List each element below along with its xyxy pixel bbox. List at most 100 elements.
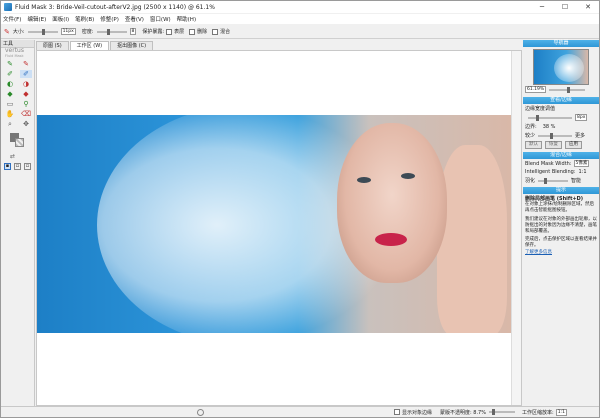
swap-arrow-icon[interactable]: ⇄ [10, 153, 34, 160]
patch-delete-icon[interactable]: ◆ [20, 90, 32, 98]
workspace-canvas[interactable] [36, 50, 522, 406]
contrast-label: 边界: [525, 124, 537, 130]
keep-brush-icon[interactable]: ✎ [4, 60, 16, 68]
blend-panel-title: 混合/边缘 [523, 152, 599, 159]
vertical-scrollbar[interactable] [511, 51, 521, 405]
default-button[interactable]: 默认 [525, 141, 542, 149]
menu-edit[interactable]: 编辑(E) [27, 15, 46, 23]
blend-checkbox[interactable] [212, 28, 219, 35]
help-paragraph-2: 我们建议在对象的外部画出轮廓，以防抠出的对象因为边缘不清楚，画笔和局部覆盖。 [525, 216, 597, 235]
mask-opacity-label: 蒙版不透明度: 8.7% [440, 409, 486, 416]
edge-panel-title: 查看/边缘 [523, 97, 599, 104]
edge-subtitle: 边缘宽度调值 [525, 106, 556, 112]
protect-label: 保护暴露: [142, 29, 165, 35]
title-bar[interactable]: Fluid Mask 3: Bride-Veil-cutout-afterV2.… [1, 1, 599, 13]
workspace-zoom-select[interactable]: 1:1 [555, 408, 567, 416]
show-edge-checkbox[interactable] [394, 409, 400, 415]
blend-mask-select[interactable]: 5像素 [573, 160, 590, 167]
density-label: 密度: [81, 29, 94, 35]
density-input[interactable]: 8 [129, 28, 137, 35]
size-input[interactable]: 11px [60, 28, 76, 35]
maximize-button[interactable]: ☐ [554, 1, 576, 13]
eraser-icon[interactable]: ⌫ [20, 110, 32, 118]
menu-panel[interactable]: 面板(I) [52, 15, 69, 23]
face-shape [337, 123, 447, 283]
delete-local-brush-icon[interactable]: ✐ [20, 70, 32, 78]
size-slider[interactable] [27, 28, 58, 35]
tools-panel: 工具 vertus Fluid Mask ✎ ✎ ✐ ✐ ◐ ◑ ◆ ◆ ▭ ⚲… [1, 40, 35, 406]
minimize-button[interactable]: ─ [531, 1, 553, 13]
smooth-label: 羽化 [525, 178, 536, 184]
size-label: 大小: [12, 29, 25, 35]
blend-label: 混合 [220, 29, 231, 35]
lips-shape [375, 233, 407, 246]
app-logo-icon [4, 3, 12, 11]
intelligent-blending-label: Intelligent Blending: [525, 169, 576, 175]
delete-label: 删除 [197, 29, 208, 35]
tab-workspace[interactable]: 工作区 (W) [69, 41, 110, 50]
view-mode-2-icon[interactable]: ▫ [14, 163, 21, 170]
workspace-zoom-label: 工作区缩放率: [522, 409, 554, 416]
move-tool-icon[interactable]: ✥ [20, 120, 32, 128]
contrast-slider[interactable] [538, 132, 573, 139]
status-bar: 显示对象边缘 蒙版不透明度: 8.7% 工作区缩放率: 1:1 [1, 406, 599, 417]
less-label: 较少 [525, 133, 536, 139]
zoom-tool-icon[interactable]: ⌕ [4, 120, 16, 128]
menu-bar: 文件(F) 编辑(E) 面板(I) 笔刷(B) 修整(P) 查看(V) 窗口(W… [1, 14, 599, 24]
learn-more-link[interactable]: 了解更多信息 [525, 250, 552, 255]
menu-file[interactable]: 文件(F) [3, 15, 21, 23]
contrast-value: 38 % [542, 123, 556, 130]
rect-select-icon[interactable]: ▭ [4, 100, 16, 108]
delete-checkbox[interactable] [189, 28, 196, 35]
eyedropper-icon[interactable]: ⚲ [20, 100, 32, 108]
delete-brush-icon[interactable]: ✎ [20, 60, 32, 68]
show-edge-label: 显示对象边缘 [402, 409, 433, 416]
help-paragraph-1: 在对象上涂抹/绘制删除区域，然后再点击智能抠图按钮。 [525, 202, 595, 214]
smooth-right-label: 智能 [571, 178, 582, 184]
color-swatch-icon[interactable] [10, 133, 24, 147]
more-label: 更多 [575, 133, 586, 139]
surface-checkbox[interactable] [166, 28, 173, 35]
right-panels: 导航器 61.19% 查看/边缘 边缘宽度调值 8px 边界: 38 % 较少 … [523, 40, 599, 406]
menu-refine[interactable]: 修整(P) [100, 15, 119, 23]
keep-fill-icon[interactable]: ◐ [4, 80, 16, 88]
menu-brush[interactable]: 笔刷(B) [75, 15, 94, 23]
tab-cutout[interactable]: 抠出图像 (C) [110, 41, 154, 50]
patch-keep-icon[interactable]: ◆ [4, 90, 16, 98]
close-button[interactable]: ✕ [577, 1, 599, 13]
right-eye-shape [401, 173, 415, 179]
view-mode-3-icon[interactable]: ▫ [24, 163, 31, 170]
window-title: Fluid Mask 3: Bride-Veil-cutout-afterV2.… [15, 3, 215, 11]
navigator-zoom-slider[interactable] [549, 86, 586, 93]
brush-toolbar: ✎ 大小: 11px 密度: 8 保护暴露: 表层 删除 混合 [1, 25, 599, 39]
edge-width-input[interactable]: 8px [575, 114, 588, 121]
view-mode-1-icon[interactable]: ▪ [4, 163, 11, 170]
view-tabs: 原图 (S) 工作区 (W) 抠出图像 (C) [36, 40, 522, 50]
menu-view[interactable]: 查看(V) [125, 15, 144, 23]
blend-mask-label: Blend Mask Width: [525, 160, 572, 167]
navigator-panel-title: 导航器 [523, 40, 599, 47]
restore-button[interactable]: 恢复 [545, 141, 562, 149]
menu-window[interactable]: 窗口(W) [150, 15, 171, 23]
apply-button[interactable]: 应用 [565, 141, 582, 149]
tab-original[interactable]: 原图 (S) [36, 41, 69, 50]
navigator-zoom-input[interactable]: 61.19% [525, 86, 547, 93]
smooth-slider[interactable] [538, 177, 569, 184]
hand-tool-icon[interactable]: ✋ [4, 110, 16, 118]
hand-shape [437, 145, 507, 333]
delete-fill-icon[interactable]: ◑ [20, 80, 32, 88]
mask-opacity-slider[interactable] [489, 409, 515, 415]
keep-local-brush-icon[interactable]: ✐ [4, 70, 16, 78]
intelligent-blending-value: 1:1 [578, 169, 587, 175]
left-eye-shape [357, 177, 371, 183]
density-slider[interactable] [96, 28, 127, 35]
brush-icon: ✎ [4, 27, 10, 36]
app-window: Fluid Mask 3: Bride-Veil-cutout-afterV2.… [0, 0, 600, 418]
navigator-thumbnail[interactable] [533, 49, 589, 85]
help-text: 删除局部画笔 (Shift+D) 在对象上涂抹/绘制删除区域，然后再点击智能抠图… [523, 194, 599, 258]
edge-width-slider[interactable] [528, 114, 572, 121]
bride-photo [37, 115, 511, 333]
menu-help[interactable]: 帮助(H) [177, 15, 196, 23]
status-circle-icon [197, 408, 204, 416]
help-panel-title: 提示 [523, 187, 599, 194]
